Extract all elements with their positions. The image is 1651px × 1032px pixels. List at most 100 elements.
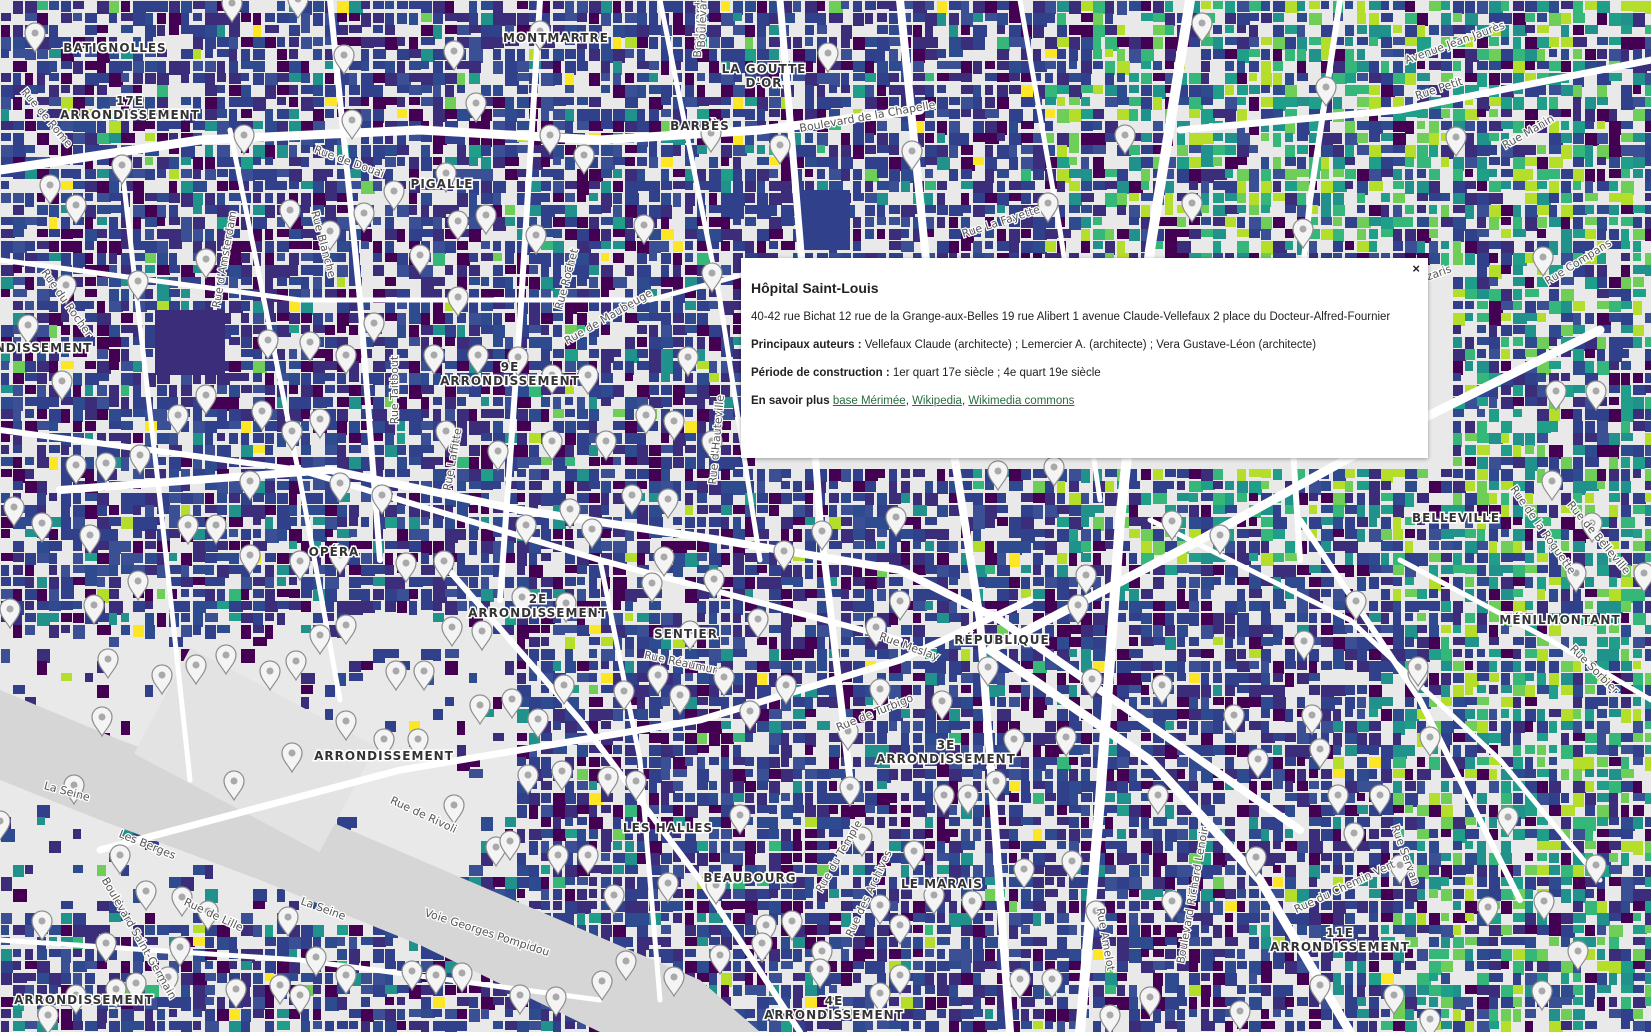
building-block <box>1621 181 1634 195</box>
building-block <box>229 397 239 409</box>
building-block <box>25 577 34 588</box>
building-block <box>877 133 888 146</box>
building-block <box>601 541 612 551</box>
building-block <box>757 241 766 254</box>
building-block <box>37 289 50 303</box>
building-block <box>169 289 180 297</box>
building-block <box>1573 313 1581 326</box>
building-block <box>517 61 529 72</box>
building-block <box>1621 313 1633 326</box>
building-block <box>1153 529 1164 541</box>
building-block <box>397 157 405 166</box>
building-block <box>85 25 97 35</box>
building-block <box>541 337 552 351</box>
building-block <box>1513 217 1522 230</box>
building-block <box>373 265 384 276</box>
building-block <box>1561 457 1572 469</box>
building-block <box>1573 133 1584 144</box>
building-block <box>841 565 852 575</box>
building-block <box>25 409 34 418</box>
building-block <box>409 85 422 95</box>
building-block <box>109 577 121 588</box>
building-block <box>757 505 768 513</box>
building-block <box>625 373 633 381</box>
building-block <box>217 565 229 578</box>
building-block <box>1189 565 1202 574</box>
building-block <box>841 61 853 70</box>
building-block <box>25 277 34 290</box>
building-block <box>1141 493 1151 505</box>
building-block <box>709 97 721 105</box>
building-block <box>1393 517 1401 530</box>
building-block <box>1537 49 1545 62</box>
building-block <box>121 433 131 444</box>
building-block <box>1453 217 1466 231</box>
building-block <box>1021 121 1034 129</box>
building-block <box>1405 181 1414 194</box>
building-block <box>973 109 987 119</box>
building-block <box>1513 253 1527 266</box>
building-block <box>205 73 215 87</box>
building-block <box>337 1 350 15</box>
building-block <box>1345 61 1357 73</box>
building-block <box>37 373 47 384</box>
building-block <box>1369 1 1381 10</box>
building-block <box>1609 301 1621 312</box>
building-block <box>1057 493 1065 504</box>
building-block <box>1273 1 1285 12</box>
building-block <box>109 301 123 312</box>
building-block <box>997 73 1010 82</box>
building-block <box>409 361 420 375</box>
building-block <box>1249 85 1260 94</box>
building-block <box>133 517 147 531</box>
building-block <box>1 277 14 289</box>
building-block <box>577 217 588 228</box>
building-block <box>49 565 57 575</box>
building-block <box>1405 1 1415 12</box>
building-block <box>193 193 203 205</box>
building-block <box>1525 217 1538 231</box>
building-block <box>481 541 494 554</box>
building-block <box>1369 529 1383 542</box>
building-block <box>205 97 217 109</box>
building-block <box>1345 169 1356 179</box>
building-block <box>1057 565 1068 578</box>
building-block <box>1501 181 1511 189</box>
building-block <box>325 193 337 201</box>
building-block <box>517 49 525 63</box>
building-block <box>1417 193 1428 201</box>
building-block <box>421 565 435 575</box>
building-block <box>469 193 477 205</box>
building-block <box>1477 301 1488 309</box>
building-block <box>553 193 564 202</box>
building-block <box>1465 1 1475 15</box>
building-block <box>1501 73 1512 83</box>
building-block <box>877 61 888 73</box>
building-block <box>85 385 93 396</box>
building-block <box>1393 529 1403 540</box>
building-block <box>289 145 297 158</box>
building-block <box>1333 229 1344 242</box>
building-block <box>649 97 663 110</box>
building-block <box>1357 505 1365 518</box>
building-block <box>1489 157 1500 165</box>
building-block <box>1597 301 1610 309</box>
building-block <box>277 493 288 504</box>
building-block <box>241 85 251 97</box>
building-block <box>1465 61 1473 73</box>
building-block <box>49 241 59 252</box>
building-block <box>133 253 147 261</box>
map-canvas[interactable]: BATIGNOLLES17EARRONDISSEMENTMONTMARTRELA… <box>0 0 1651 1032</box>
building-block <box>1285 85 1297 99</box>
building-block <box>1453 529 1467 537</box>
building-block <box>1189 109 1200 118</box>
building-block <box>1645 541 1651 551</box>
building-block <box>193 217 205 229</box>
building-block <box>229 301 243 313</box>
building-block <box>1549 505 1558 518</box>
building-block <box>1357 85 1369 94</box>
building-block <box>1453 193 1465 204</box>
building-block <box>1129 217 1139 225</box>
building-block <box>1381 61 1389 74</box>
building-block <box>553 481 561 493</box>
